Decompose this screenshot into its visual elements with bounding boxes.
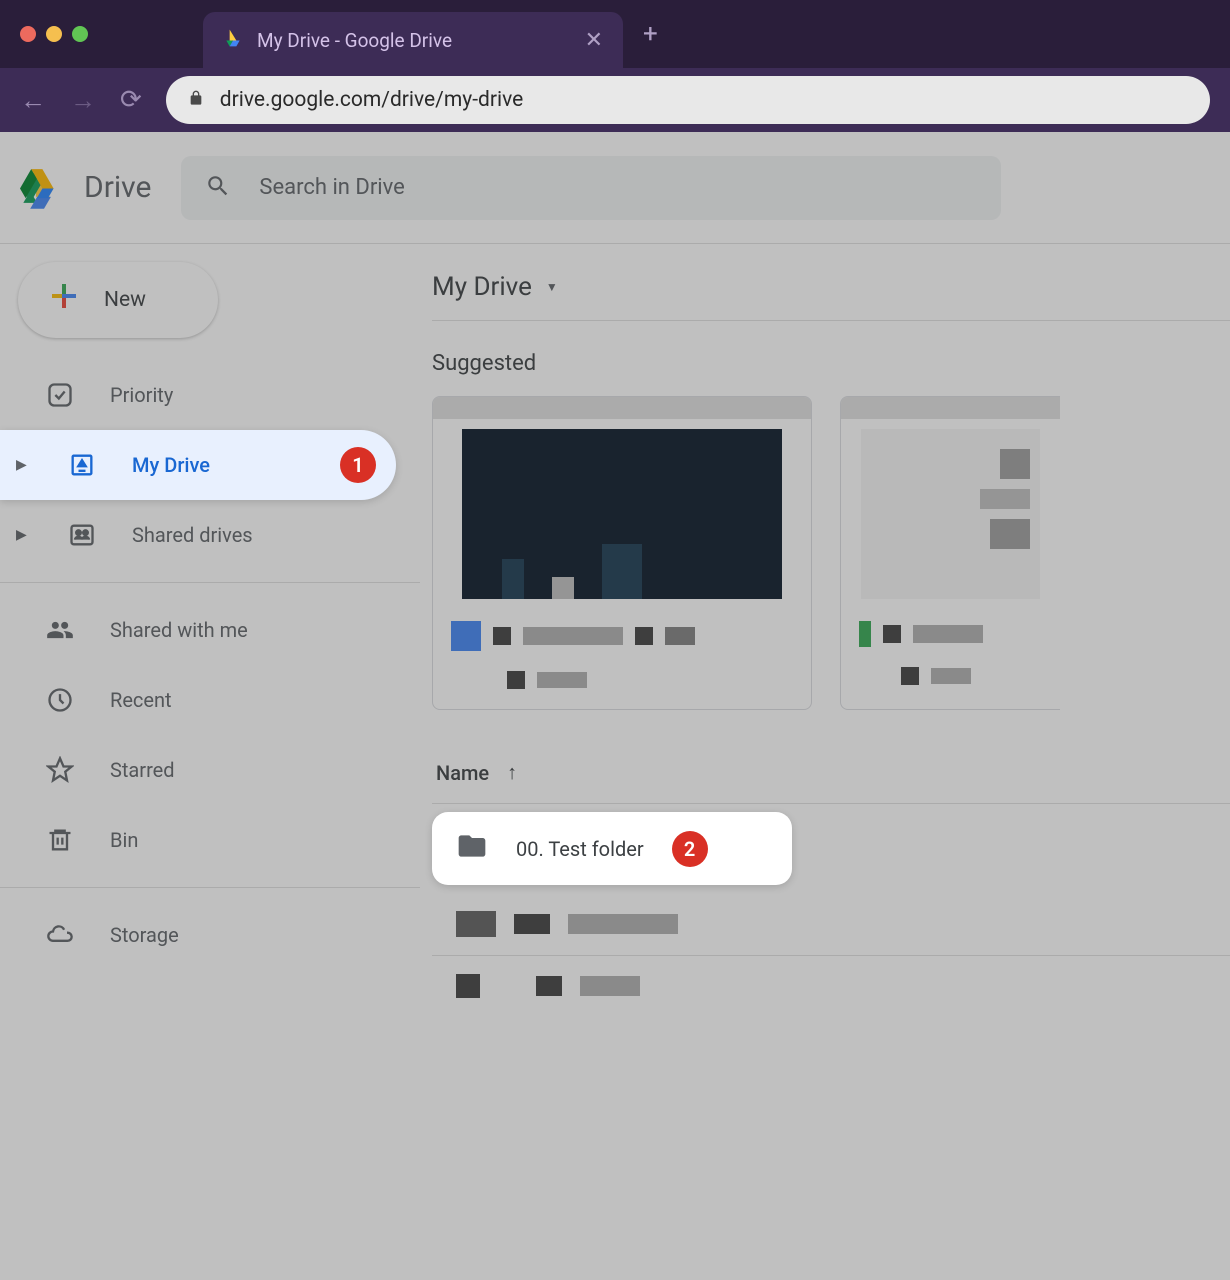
browser-tab-strip: My Drive - Google Drive ✕ + <box>0 0 1230 68</box>
suggested-card[interactable] <box>432 396 812 710</box>
redacted-meta <box>841 667 1060 705</box>
drive-logo-text: Drive <box>84 170 151 205</box>
name-column-header[interactable]: Name ↑ <box>432 760 1230 804</box>
browser-tab[interactable]: My Drive - Google Drive ✕ <box>203 12 623 68</box>
redacted-meta <box>433 671 811 709</box>
redacted-meta <box>433 609 811 671</box>
window-close[interactable] <box>20 26 36 42</box>
window-maximize[interactable] <box>72 26 88 42</box>
tab-close-icon[interactable]: ✕ <box>585 28 603 53</box>
drive-header: Drive Search in Drive <box>0 132 1230 244</box>
recent-icon <box>44 684 76 716</box>
drive-logo-icon <box>20 164 68 212</box>
breadcrumb-label: My Drive <box>432 272 532 302</box>
callout-badge-1: 1 <box>340 447 376 483</box>
sidebar-item-starred[interactable]: Starred <box>0 735 420 805</box>
redacted-bar <box>433 397 811 419</box>
search-icon <box>205 173 231 203</box>
storage-icon <box>44 919 76 951</box>
new-button[interactable]: New <box>18 262 218 338</box>
address-bar[interactable]: drive.google.com/drive/my-drive <box>166 76 1210 124</box>
new-tab-button[interactable]: + <box>643 19 658 49</box>
priority-icon <box>44 379 76 411</box>
lock-icon <box>188 89 204 111</box>
plus-icon <box>46 278 82 323</box>
search-placeholder: Search in Drive <box>259 175 404 200</box>
tab-title: My Drive - Google Drive <box>257 29 571 52</box>
breadcrumb[interactable]: My Drive ▼ <box>432 272 1230 321</box>
thumbnail <box>861 429 1040 599</box>
browser-toolbar: ← → ⟳ drive.google.com/drive/my-drive <box>0 68 1230 132</box>
sidebar-item-recent[interactable]: Recent <box>0 665 420 735</box>
folder-row[interactable] <box>432 956 1230 1016</box>
main-content: My Drive ▼ Suggested <box>420 244 1230 1280</box>
redacted-bar <box>841 397 1060 419</box>
new-button-label: New <box>104 288 146 312</box>
window-minimize[interactable] <box>46 26 62 42</box>
suggested-row <box>432 396 1230 710</box>
nav-back-icon[interactable]: ← <box>20 85 46 116</box>
suggested-heading: Suggested <box>432 351 1230 376</box>
folder-row[interactable]: 00. Test folder 2 <box>432 812 792 885</box>
name-header-label: Name <box>436 761 489 785</box>
divider <box>0 887 420 888</box>
shared-with-me-icon <box>44 614 76 646</box>
nav-forward-icon: → <box>70 85 96 116</box>
search-input[interactable]: Search in Drive <box>181 156 1001 220</box>
starred-icon <box>44 754 76 786</box>
drive-favicon-icon <box>223 28 243 52</box>
sort-ascending-icon[interactable]: ↑ <box>507 760 517 785</box>
sidebar-item-my-drive[interactable]: ▶ My Drive 1 <box>0 430 396 500</box>
url-text: drive.google.com/drive/my-drive <box>220 88 523 112</box>
redacted-meta <box>841 609 1060 667</box>
divider <box>0 582 420 583</box>
sidebar: New Priority ▶ My Drive 1 ▶ <box>0 244 420 1280</box>
bin-icon <box>44 824 76 856</box>
expand-icon[interactable]: ▶ <box>16 457 32 473</box>
folder-icon <box>456 830 488 867</box>
suggested-card[interactable] <box>840 396 1060 710</box>
my-drive-icon <box>66 449 98 481</box>
sidebar-item-shared-with-me[interactable]: Shared with me <box>0 595 420 665</box>
thumbnail <box>462 429 782 599</box>
sidebar-item-storage[interactable]: Storage <box>0 900 420 970</box>
drive-logo[interactable]: Drive <box>20 164 151 212</box>
shared-drives-icon <box>66 519 98 551</box>
folder-row[interactable] <box>432 893 1230 956</box>
sidebar-item-shared-drives[interactable]: ▶ Shared drives <box>0 500 420 570</box>
callout-badge-2: 2 <box>672 831 708 867</box>
folder-name: 00. Test folder <box>516 837 644 861</box>
chevron-down-icon: ▼ <box>546 280 558 294</box>
nav-reload-icon[interactable]: ⟳ <box>120 85 142 115</box>
window-controls <box>20 26 88 42</box>
expand-icon[interactable]: ▶ <box>16 527 32 543</box>
sidebar-item-bin[interactable]: Bin <box>0 805 420 875</box>
sidebar-item-priority[interactable]: Priority <box>0 360 420 430</box>
